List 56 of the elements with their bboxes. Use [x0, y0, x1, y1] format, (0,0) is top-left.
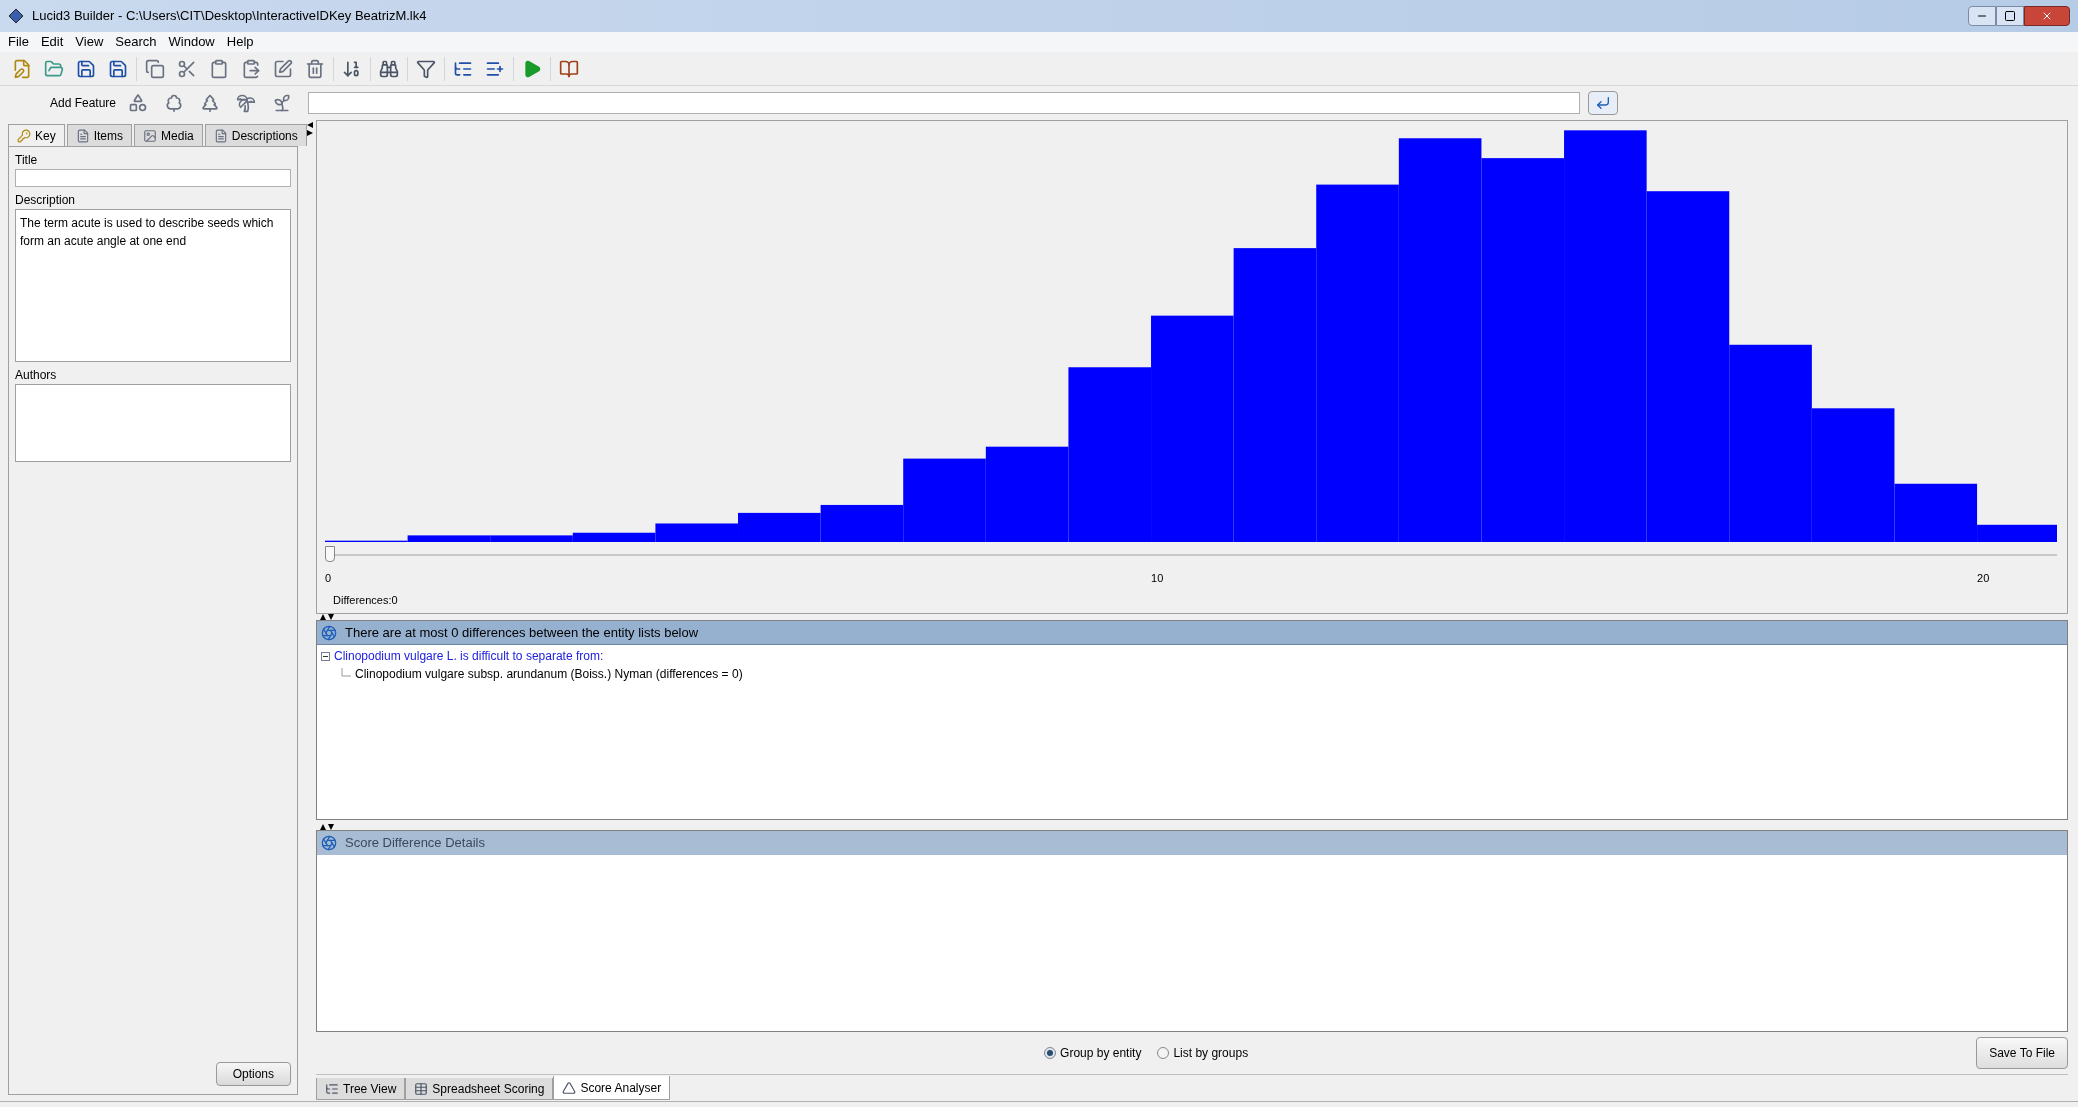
- add-feature-label: Add Feature: [50, 95, 117, 112]
- minimize-button[interactable]: [1968, 6, 1996, 26]
- splitter-arrows-icon[interactable]: [307, 122, 313, 136]
- description-label: Description: [15, 192, 77, 209]
- slider-thumb[interactable]: [325, 546, 335, 562]
- tree-connector-icon: [341, 668, 351, 680]
- tab[interactable]: Spreadsheet Scoring: [405, 1078, 554, 1100]
- tab[interactable]: Key: [8, 124, 65, 146]
- description-field[interactable]: The term acute is used to describe seeds which form an acute angle at one end: [15, 209, 291, 362]
- maximize-icon: [2004, 10, 2016, 22]
- radio-option[interactable]: List by groups: [1157, 1044, 1249, 1062]
- menu-item[interactable]: View: [75, 32, 104, 52]
- document-icon: [213, 128, 228, 143]
- key-icon: [17, 128, 31, 143]
- aperture-icon: [321, 624, 337, 641]
- window-title: Lucid3 Builder - C:\Users\CIT\Desktop\InteractiveIDKey BeatrizM.lk4: [32, 7, 427, 26]
- tab[interactable]: Tree View: [316, 1078, 406, 1100]
- radio-option[interactable]: Group by entity: [1044, 1044, 1142, 1062]
- menu-item[interactable]: Help: [226, 32, 254, 52]
- document-icon: [75, 128, 90, 143]
- enter-button[interactable]: [1588, 91, 1618, 115]
- aperture-icon: [321, 835, 337, 851]
- panel-title: There are at most 0 differences between the entity lists below: [345, 623, 699, 642]
- app-icon: [8, 8, 24, 24]
- menu-item[interactable]: Edit: [40, 32, 64, 52]
- differences-label: Differences:0: [333, 593, 399, 608]
- axis-tick-label: 20: [1977, 571, 1990, 586]
- menu-item[interactable]: File: [8, 32, 29, 52]
- options-button[interactable]: Options: [215, 1062, 291, 1086]
- tree-item[interactable]: Clinopodium vulgare L. is difficult to separate from:: [334, 647, 604, 665]
- authors-field[interactable]: [15, 384, 291, 462]
- tab[interactable]: Descriptions: [204, 124, 307, 146]
- splitter-arrows-icon[interactable]: [320, 614, 334, 620]
- menu-item[interactable]: Window: [168, 32, 215, 52]
- tree-list-icon: [325, 1081, 339, 1096]
- image-icon: [143, 128, 158, 143]
- title-label: Title: [15, 152, 39, 169]
- tab[interactable]: Score Analyser: [553, 1076, 671, 1100]
- title-field[interactable]: [15, 169, 291, 187]
- axis-tick-label: 0: [325, 571, 332, 586]
- triangle-icon: [562, 1080, 577, 1095]
- feature-name-field[interactable]: [308, 92, 1580, 114]
- splitter-arrows-icon[interactable]: [320, 824, 334, 830]
- axis-tick-label: 10: [1151, 571, 1164, 586]
- close-icon: [2041, 10, 2053, 22]
- save-to-file-button[interactable]: Save To File: [1976, 1037, 2068, 1069]
- table-icon: [414, 1081, 429, 1096]
- tab[interactable]: Items: [66, 124, 133, 146]
- authors-label: Authors: [15, 367, 58, 384]
- collapse-icon[interactable]: [321, 651, 330, 661]
- tab[interactable]: Media: [134, 124, 203, 146]
- return-arrow-icon: [1595, 95, 1611, 111]
- panel-title: Score Difference Details: [345, 834, 485, 853]
- maximize-button[interactable]: [1996, 6, 2024, 26]
- menu-item[interactable]: Search: [115, 32, 157, 52]
- tree-item[interactable]: Clinopodium vulgare subsp. arundanum (Boiss.) Nyman (differences = 0): [355, 665, 743, 683]
